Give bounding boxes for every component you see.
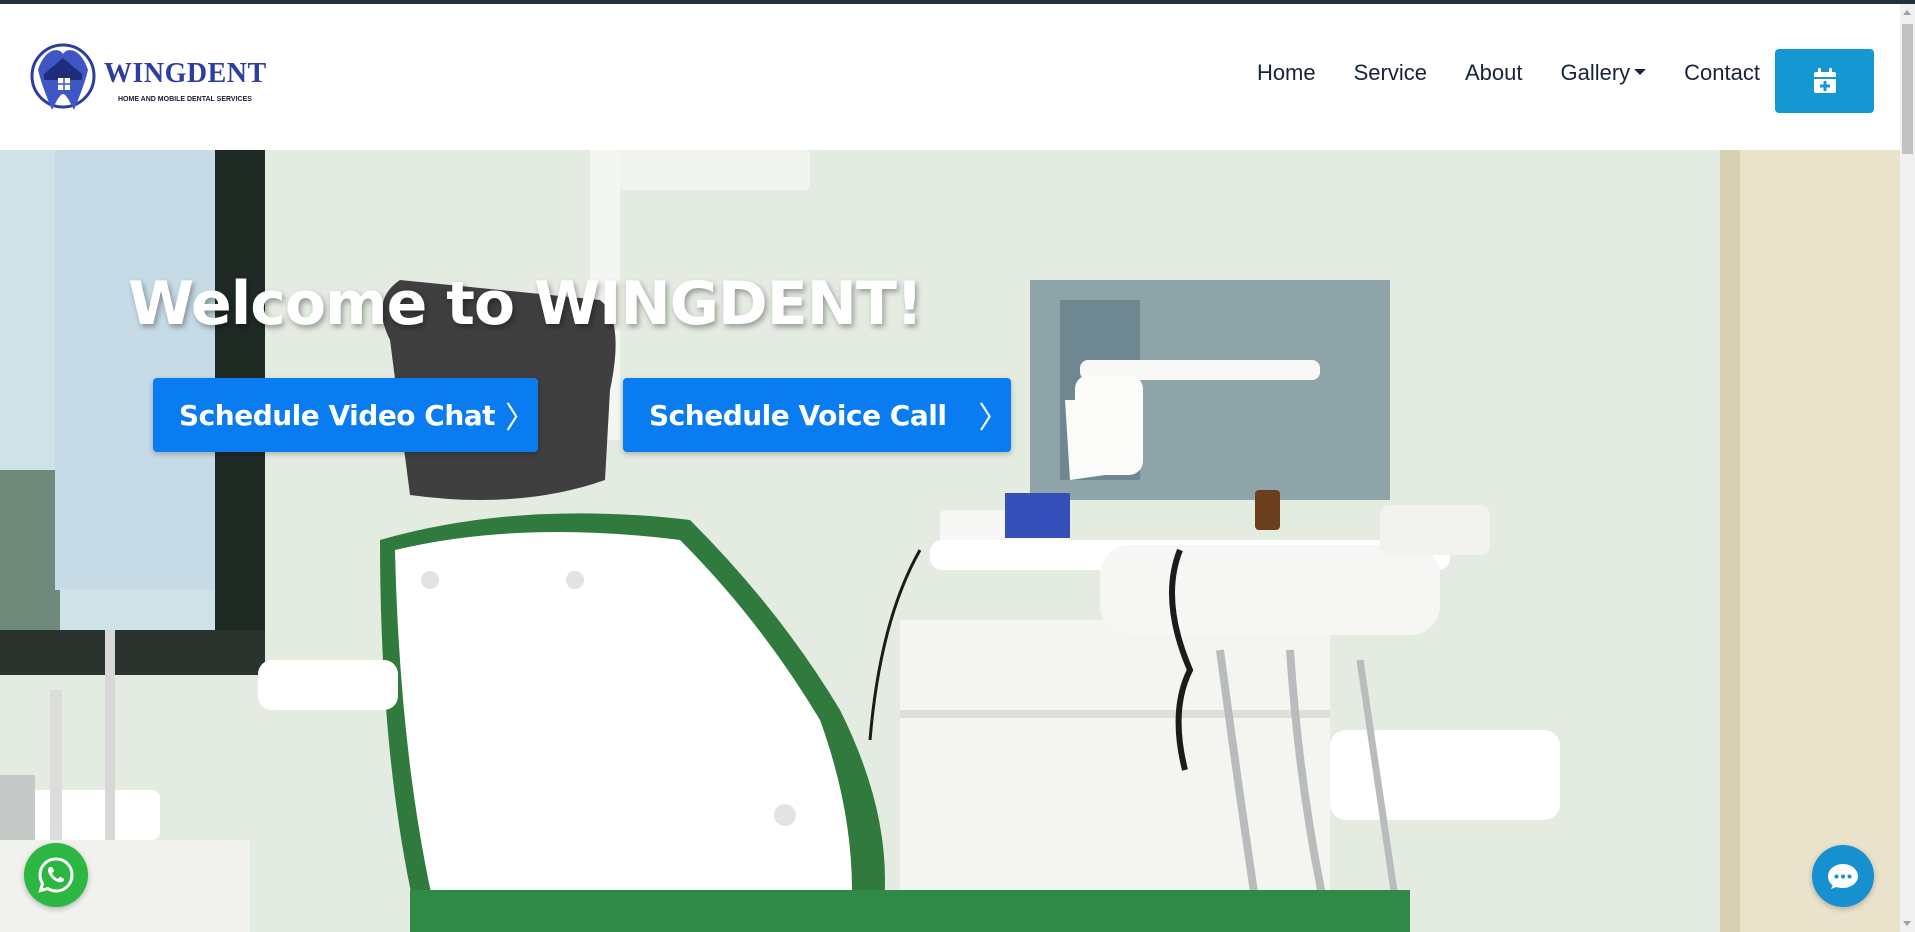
dental-clinic-background-image — [0, 150, 1900, 932]
book-appointment-button[interactable] — [1775, 49, 1874, 113]
chevron-right-icon: 〉 — [978, 401, 1009, 436]
scrollbar-thumb[interactable] — [1902, 24, 1913, 154]
nav-gallery[interactable]: Gallery — [1560, 60, 1647, 85]
nav-about[interactable]: About — [1465, 62, 1523, 84]
whatsapp-icon — [38, 857, 74, 893]
nav-gallery-label: Gallery — [1560, 60, 1631, 85]
nav-service[interactable]: Service — [1354, 62, 1427, 84]
schedule-voice-call-label: Schedule Voice Call — [649, 398, 947, 432]
nav-home[interactable]: Home — [1257, 62, 1316, 84]
house-wing-logo-icon — [30, 43, 96, 110]
whatsapp-button[interactable] — [24, 843, 88, 907]
schedule-voice-call-button[interactable]: Schedule Voice Call 〉 — [623, 378, 1011, 452]
schedule-video-chat-label: Schedule Video Chat — [179, 398, 496, 432]
site-header: WINGDENT HOME AND MOBILE DENTAL SERVICES… — [0, 4, 1900, 150]
scroll-up-arrow-icon[interactable] — [1903, 10, 1911, 15]
caret-down-icon — [1634, 69, 1647, 76]
hero-section: Welcome to WINGDENT! Schedule Video Chat… — [0, 150, 1900, 932]
scroll-down-arrow-icon[interactable] — [1903, 921, 1911, 926]
brand-name: WINGDENT — [104, 58, 267, 89]
chat-bubble-icon — [1828, 864, 1858, 889]
main-nav: Home Service About Gallery Contact — [1219, 62, 1760, 84]
page-scrollbar[interactable] — [1900, 4, 1915, 932]
brand-tagline: HOME AND MOBILE DENTAL SERVICES — [118, 96, 252, 103]
calendar-plus-icon — [1813, 68, 1836, 93]
brand-logo[interactable]: WINGDENT HOME AND MOBILE DENTAL SERVICES — [30, 40, 280, 124]
live-chat-button[interactable] — [1812, 845, 1874, 907]
hero-title: Welcome to WINGDENT! — [128, 269, 923, 339]
chevron-right-icon: 〉 — [505, 401, 536, 436]
nav-contact[interactable]: Contact — [1684, 62, 1760, 84]
schedule-video-chat-button[interactable]: Schedule Video Chat 〉 — [153, 378, 538, 452]
